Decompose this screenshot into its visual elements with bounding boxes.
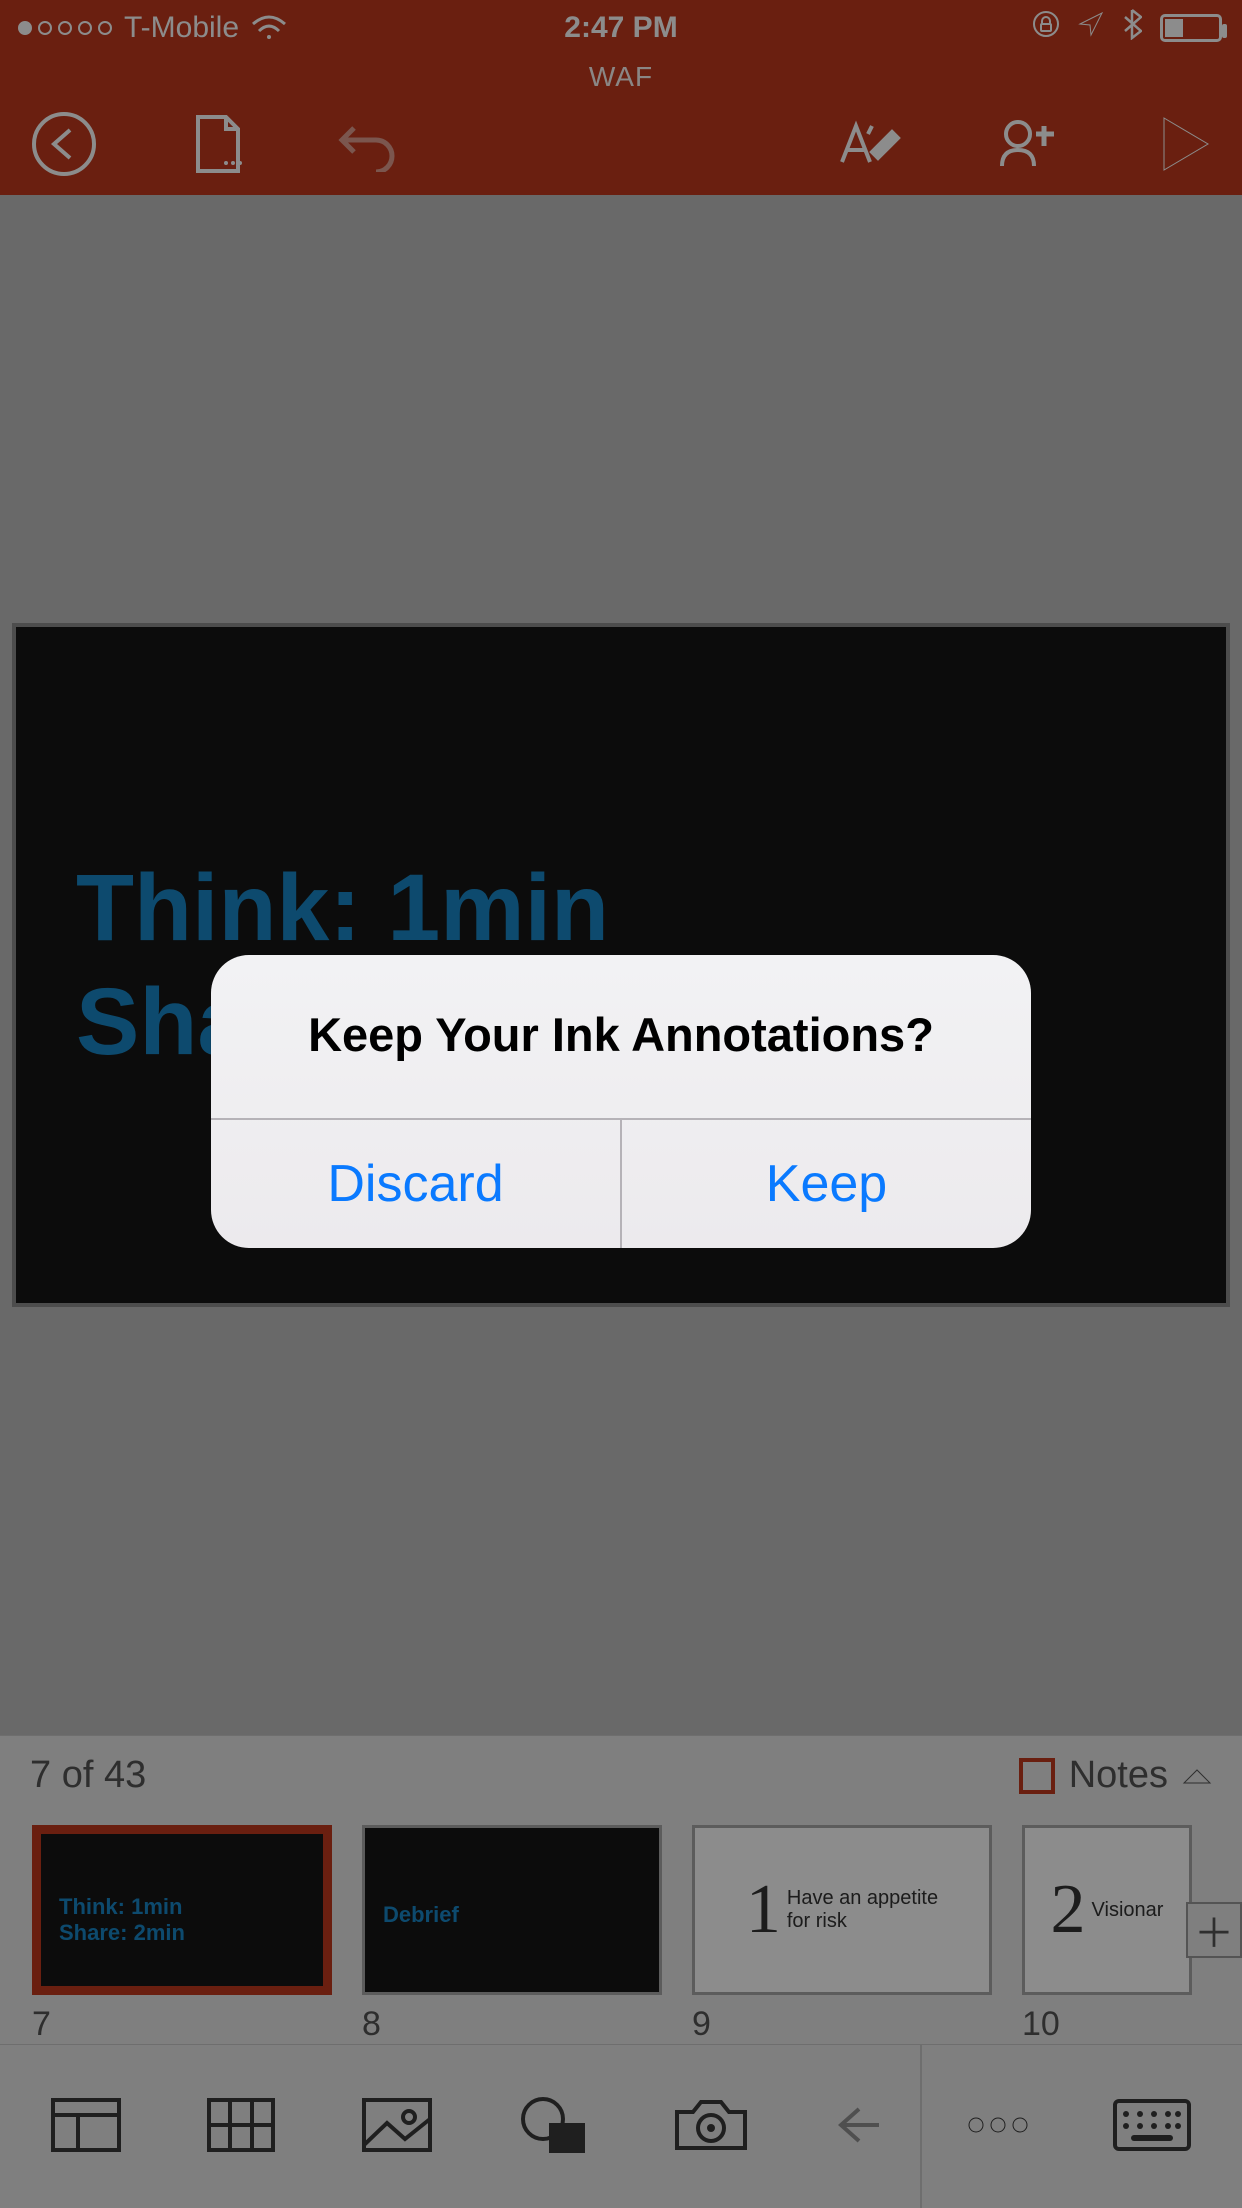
keep-button[interactable]: Keep: [622, 1120, 1031, 1248]
discard-button[interactable]: Discard: [211, 1120, 622, 1248]
alert-title: Keep Your Ink Annotations?: [211, 955, 1031, 1118]
ink-annotations-alert: Keep Your Ink Annotations? Discard Keep: [211, 955, 1031, 1248]
